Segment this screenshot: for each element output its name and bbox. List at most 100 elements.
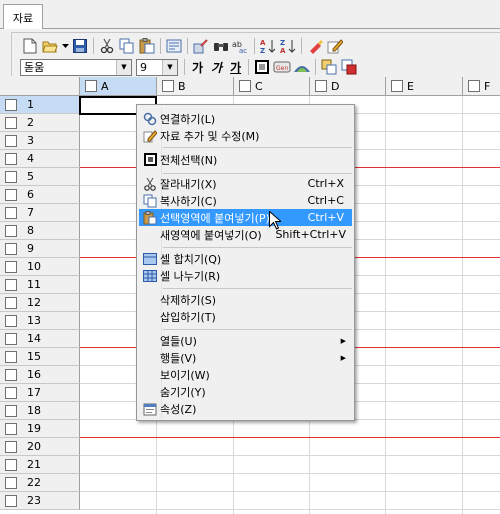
row-header[interactable]: 14 bbox=[0, 330, 80, 348]
row-header[interactable]: 13 bbox=[0, 312, 80, 330]
menu-item-rows[interactable]: 행들(V) ▶ bbox=[139, 349, 352, 366]
edit-icon[interactable] bbox=[325, 36, 345, 56]
row-header[interactable]: 2 bbox=[0, 114, 80, 132]
row-header[interactable]: 11 bbox=[0, 276, 80, 294]
row-checkbox[interactable] bbox=[5, 296, 17, 309]
row-checkbox[interactable] bbox=[5, 458, 17, 471]
open-folder-icon[interactable] bbox=[40, 36, 60, 56]
row-header[interactable]: 4 bbox=[0, 150, 80, 168]
row-checkbox[interactable] bbox=[5, 98, 17, 111]
italic-button[interactable]: 가 bbox=[207, 59, 226, 76]
row-header[interactable]: 17 bbox=[0, 384, 80, 402]
replace-icon[interactable]: ab ac bbox=[231, 36, 251, 56]
column-header-a[interactable]: A bbox=[80, 77, 157, 96]
menu-item-hide[interactable]: 숨기기(Y) bbox=[139, 383, 352, 400]
row-header[interactable]: 16 bbox=[0, 366, 80, 384]
menu-item-link[interactable]: 연결하기(L) bbox=[139, 110, 352, 127]
table-row[interactable] bbox=[80, 456, 500, 474]
menu-item-insert[interactable]: 삽입하기(T) bbox=[139, 308, 352, 325]
row-checkbox[interactable] bbox=[5, 206, 17, 219]
new-file-icon[interactable] bbox=[20, 36, 40, 56]
row-header[interactable]: 10 bbox=[0, 258, 80, 276]
table-row[interactable] bbox=[80, 474, 500, 492]
row-header[interactable]: 1 bbox=[0, 96, 80, 114]
row-header[interactable]: 3 bbox=[0, 132, 80, 150]
menu-item-cut[interactable]: 잘라내기(X) Ctrl+X bbox=[139, 175, 352, 192]
tab-data[interactable]: 자료 bbox=[3, 4, 43, 30]
column-header-b[interactable]: B bbox=[157, 77, 234, 96]
menu-item-paste-new-area[interactable]: 새영역에 붙여넣기(O) Shift+Ctrl+V bbox=[139, 226, 352, 243]
cell-border-icon[interactable] bbox=[252, 57, 272, 77]
row-header[interactable]: 23 bbox=[0, 492, 80, 510]
chevron-down-icon[interactable]: ▼ bbox=[162, 59, 177, 75]
column-checkbox[interactable] bbox=[315, 80, 327, 92]
row-checkbox[interactable] bbox=[5, 134, 17, 147]
row-header[interactable]: 12 bbox=[0, 294, 80, 312]
find-icon[interactable] bbox=[211, 36, 231, 56]
copy-icon[interactable] bbox=[117, 36, 137, 56]
sort-descending-icon[interactable]: ZA bbox=[278, 36, 298, 56]
column-checkbox[interactable] bbox=[85, 80, 97, 92]
menu-item-columns[interactable]: 열들(U) ▶ bbox=[139, 332, 352, 349]
row-checkbox[interactable] bbox=[5, 170, 17, 183]
column-header-c[interactable]: C bbox=[234, 77, 310, 96]
row-checkbox[interactable] bbox=[5, 494, 17, 507]
grid-corner[interactable] bbox=[0, 77, 80, 96]
table-row[interactable] bbox=[80, 492, 500, 510]
cut-icon[interactable] bbox=[97, 36, 117, 56]
menu-item-properties[interactable]: 속성(Z) bbox=[139, 400, 352, 417]
row-header[interactable]: 19 bbox=[0, 420, 80, 438]
column-checkbox[interactable] bbox=[391, 80, 403, 92]
row-checkbox[interactable] bbox=[5, 242, 17, 255]
row-header[interactable]: 5 bbox=[0, 168, 80, 186]
row-checkbox[interactable] bbox=[5, 116, 17, 129]
paste-icon[interactable] bbox=[137, 36, 157, 56]
save-icon[interactable] bbox=[70, 36, 90, 56]
menu-item-select-all[interactable]: 전체선택(N) bbox=[139, 151, 352, 168]
row-checkbox[interactable] bbox=[5, 260, 17, 273]
row-header[interactable]: 8 bbox=[0, 222, 80, 240]
row-checkbox[interactable] bbox=[5, 476, 17, 489]
merge-icon[interactable] bbox=[319, 57, 339, 77]
row-header[interactable]: 20 bbox=[0, 438, 80, 456]
row-checkbox[interactable] bbox=[5, 332, 17, 345]
chevron-down-icon[interactable]: ▼ bbox=[116, 59, 131, 75]
underline-button[interactable]: 가 bbox=[226, 59, 245, 76]
row-header[interactable]: 22 bbox=[0, 474, 80, 492]
row-checkbox[interactable] bbox=[5, 404, 17, 417]
row-header[interactable]: 21 bbox=[0, 456, 80, 474]
row-checkbox[interactable] bbox=[5, 314, 17, 327]
menu-item-delete[interactable]: 삭제하기(S) bbox=[139, 291, 352, 308]
row-checkbox[interactable] bbox=[5, 368, 17, 381]
column-checkbox[interactable] bbox=[468, 80, 480, 92]
row-header[interactable]: 15 bbox=[0, 348, 80, 366]
menu-item-show[interactable]: 보이기(W) bbox=[139, 366, 352, 383]
bold-button[interactable]: 가 bbox=[188, 59, 207, 76]
sort-ascending-icon[interactable]: AZ bbox=[258, 36, 278, 56]
tools-icon[interactable] bbox=[191, 36, 211, 56]
menu-item-add-edit-data[interactable]: 자료 추가 및 수정(M) bbox=[139, 127, 352, 144]
column-header-f[interactable]: F bbox=[463, 77, 500, 96]
row-checkbox[interactable] bbox=[5, 152, 17, 165]
properties-icon[interactable] bbox=[339, 57, 359, 77]
row-checkbox[interactable] bbox=[5, 350, 17, 363]
font-size-select[interactable]: 9 ▼ bbox=[136, 58, 178, 76]
row-checkbox[interactable] bbox=[5, 422, 17, 435]
column-header-e[interactable]: E bbox=[386, 77, 463, 96]
table-row[interactable] bbox=[80, 420, 500, 438]
print-preview-icon[interactable] bbox=[164, 36, 184, 56]
cell-color-icon[interactable] bbox=[292, 57, 312, 77]
menu-item-paste-selection[interactable]: 선택영역에 붙여넣기(P) Ctrl+V bbox=[139, 209, 352, 226]
row-header[interactable]: 6 bbox=[0, 186, 80, 204]
row-checkbox[interactable] bbox=[5, 440, 17, 453]
row-checkbox[interactable] bbox=[5, 224, 17, 237]
font-name-select[interactable]: 돋움 ▼ bbox=[20, 58, 132, 76]
column-checkbox[interactable] bbox=[162, 80, 174, 92]
row-header[interactable]: 18 bbox=[0, 402, 80, 420]
row-header[interactable]: 9 bbox=[0, 240, 80, 258]
dropdown-arrow-icon[interactable] bbox=[60, 36, 70, 56]
column-header-d[interactable]: D bbox=[310, 77, 386, 96]
menu-item-split-cells[interactable]: 셀 나누기(R) bbox=[139, 267, 352, 284]
row-checkbox[interactable] bbox=[5, 188, 17, 201]
menu-item-merge-cells[interactable]: 셀 합치기(Q) bbox=[139, 250, 352, 267]
